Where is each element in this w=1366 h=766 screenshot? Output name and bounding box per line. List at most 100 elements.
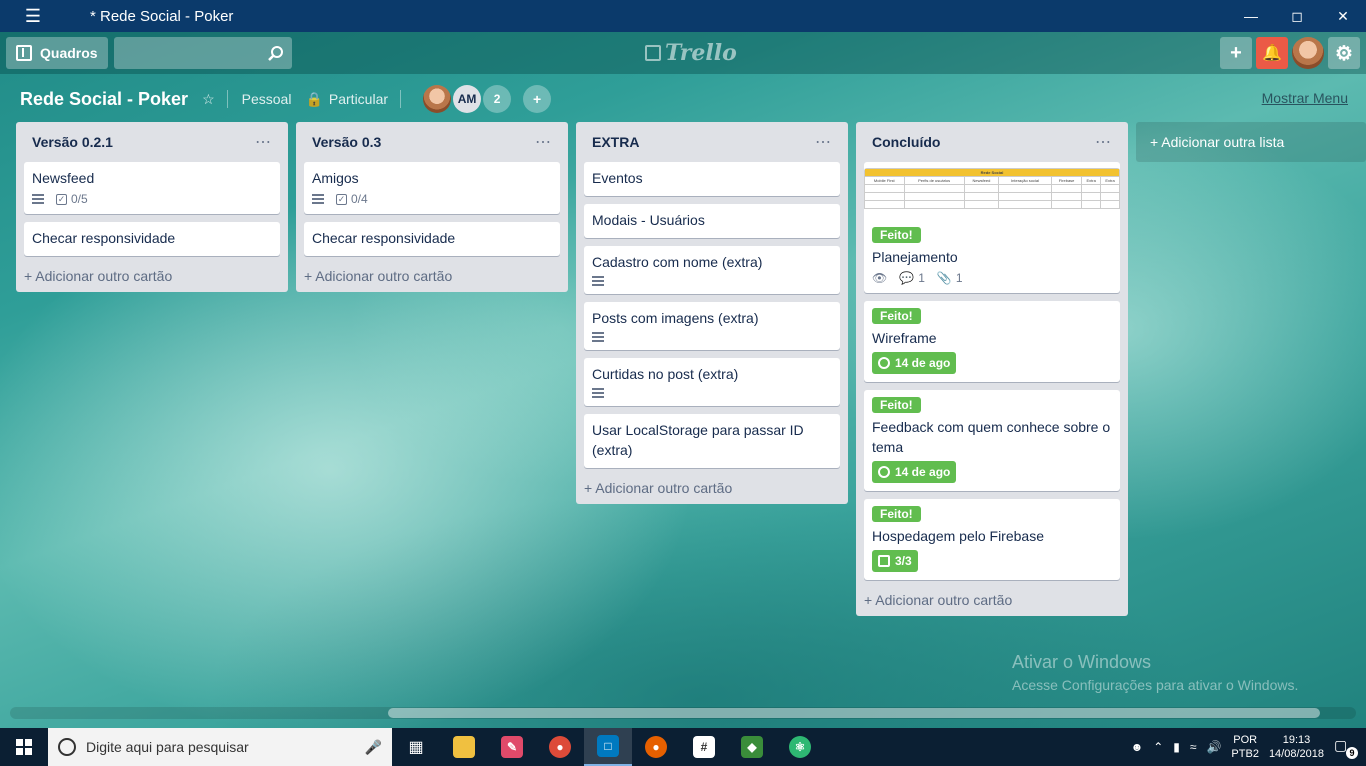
close-icon[interactable]: ✕ [1320,0,1366,32]
clock[interactable]: 19:13 14/08/2018 [1269,733,1324,761]
label-feito: Feito! [872,506,921,522]
file-explorer-icon[interactable] [440,728,488,766]
trello-logo-text: Trello [665,40,737,66]
add-card-button[interactable]: + Adicionar outro cartão [24,264,280,284]
board-header: Rede Social - Poker ☆ Pessoal 🔒 Particul… [20,84,552,114]
add-list-button[interactable]: + Adicionar outra lista [1136,122,1366,162]
list-menu-icon[interactable]: ⋯ [815,132,832,152]
firefox-icon[interactable]: ● [632,728,680,766]
card-feedback[interactable]: Feito! Feedback com quem conhece sobre o… [864,390,1120,491]
list-menu-icon[interactable]: ⋯ [255,132,272,152]
gear-icon[interactable]: ⚙ [1328,37,1360,69]
battery-icon[interactable]: ▮ [1173,740,1180,754]
minimize-icon[interactable]: — [1228,0,1274,32]
checklist-icon [878,555,890,567]
git-icon[interactable]: ◆ [728,728,776,766]
language-indicator[interactable]: POR PTB2 [1231,733,1259,761]
label-feito: Feito! [872,227,921,243]
list-title[interactable]: Versão 0.2.1 [32,134,113,150]
team-button[interactable]: Pessoal [242,91,292,107]
action-center-icon[interactable]: ▢ 9 [1334,737,1358,759]
add-card-button[interactable]: + Adicionar outro cartão [304,264,560,284]
hamburger-icon[interactable]: ☰ [0,0,66,32]
card-amigos[interactable]: Amigos ✓ 0/4 [304,162,560,214]
people-icon[interactable]: ☻ [1131,740,1144,754]
list-menu-icon[interactable]: ⋯ [535,132,552,152]
visibility-button[interactable]: 🔒 Particular [305,91,388,108]
trello-logo[interactable]: Trello [645,40,737,66]
list-title[interactable]: Concluído [872,134,940,150]
due-date: 14 de ago [895,356,951,370]
search-input[interactable] [127,45,268,61]
cover-column: Extra [1100,176,1120,185]
chrome-icon[interactable]: ● [536,728,584,766]
clock-date: 14/08/2018 [1268,748,1324,760]
add-card-button[interactable]: + Adicionar outro cartão [584,476,840,496]
due-date-badge[interactable]: 14 de ago [872,352,957,374]
due-date-badge[interactable]: 14 de ago [872,461,957,483]
clock-icon [878,357,890,369]
card-posts-com-imagens[interactable]: Posts com imagens (extra) [584,302,840,350]
watermark-line1: Ativar o Windows [1012,652,1152,672]
list-versao-03: Versão 0.3 ⋯ Amigos ✓ 0/4 Checar responsi… [296,122,568,292]
card-title: Amigos [312,170,359,186]
attachment-icon: 📎 [936,271,952,285]
boards-button[interactable]: Quadros [6,37,108,69]
card-checar-responsividade[interactable]: Checar responsividade [304,222,560,256]
task-view-icon[interactable]: ▦ [392,728,440,766]
visibility-label: Particular [328,91,389,107]
wifi-icon[interactable]: ≈ [1190,740,1197,754]
taskbar-search[interactable]: Digite aqui para pesquisar 🎤 [48,728,392,766]
chevron-up-icon[interactable]: ⌃ [1153,740,1163,754]
card-wireframe[interactable]: Feito! Wireframe 14 de ago [864,301,1120,382]
plus-icon[interactable]: + [1220,37,1252,69]
card-cover-image: Rede Social Mobile First Perfis de usuár… [864,168,1120,220]
board-members: AM 2 + [423,85,552,113]
show-menu-link[interactable]: Mostrar Menu [1262,90,1348,106]
list-title[interactable]: EXTRA [592,134,639,150]
cover-column: Newsfeed [963,176,1000,185]
board-scrollbar[interactable] [10,707,1356,719]
checklist-badge: 3/3 [872,550,918,572]
search-icon[interactable] [267,45,284,61]
taskbar-search-placeholder: Digite aqui para pesquisar [86,739,249,755]
card-title: Usar LocalStorage para passar ID (extra) [592,422,804,458]
card-cadastro-com-nome[interactable]: Cadastro com nome (extra) [584,246,840,294]
notification-count: 9 [1346,747,1358,759]
user-avatar[interactable] [1292,37,1324,69]
star-icon[interactable]: ☆ [202,91,215,108]
card-planejamento[interactable]: Rede Social Mobile First Perfis de usuár… [864,162,1120,293]
card-checar-responsividade[interactable]: Checar responsividade [24,222,280,256]
checklist-icon: ✓ [336,193,347,205]
paint-icon[interactable]: ✎ [488,728,536,766]
list-title[interactable]: Versão 0.3 [312,134,381,150]
list-menu-icon[interactable]: ⋯ [1095,132,1112,152]
card-eventos[interactable]: Eventos [584,162,840,196]
search-box[interactable] [113,37,292,69]
card-hospedagem-firebase[interactable]: Feito! Hospedagem pelo Firebase 3/3 [864,499,1120,580]
bell-icon[interactable]: 🔔 [1256,37,1288,69]
boards-icon [16,45,32,61]
add-card-button[interactable]: + Adicionar outro cartão [864,588,1120,608]
card-usar-localstorage[interactable]: Usar LocalStorage para passar ID (extra) [584,414,840,468]
cortana-icon [58,738,76,756]
list-versao-021: Versão 0.2.1 ⋯ Newsfeed ✓ 0/5 Checar resp… [16,122,288,292]
volume-icon[interactable]: 🔊 [1206,740,1221,754]
atom-icon[interactable]: ⚛ [776,728,824,766]
card-modais-usuarios[interactable]: Modais - Usuários [584,204,840,238]
microphone-icon[interactable]: 🎤 [365,739,382,756]
card-newsfeed[interactable]: Newsfeed ✓ 0/5 [24,162,280,214]
invite-member-icon[interactable]: + [523,85,552,113]
member-count[interactable]: 2 [483,85,512,113]
card-curtidas-no-post[interactable]: Curtidas no post (extra) [584,358,840,406]
member-initials[interactable]: AM [453,85,482,113]
divider [400,90,402,108]
start-button[interactable] [0,728,48,766]
app-header: Quadros Trello + 🔔 ⚙ [0,32,1366,74]
scrollbar-thumb[interactable] [388,708,1320,718]
slack-icon[interactable]: # [680,728,728,766]
trello-app-icon[interactable]: □ [584,728,632,766]
board-title[interactable]: Rede Social - Poker [20,89,188,110]
member-avatar[interactable] [423,85,452,113]
maximize-icon[interactable]: ◻ [1274,0,1320,32]
